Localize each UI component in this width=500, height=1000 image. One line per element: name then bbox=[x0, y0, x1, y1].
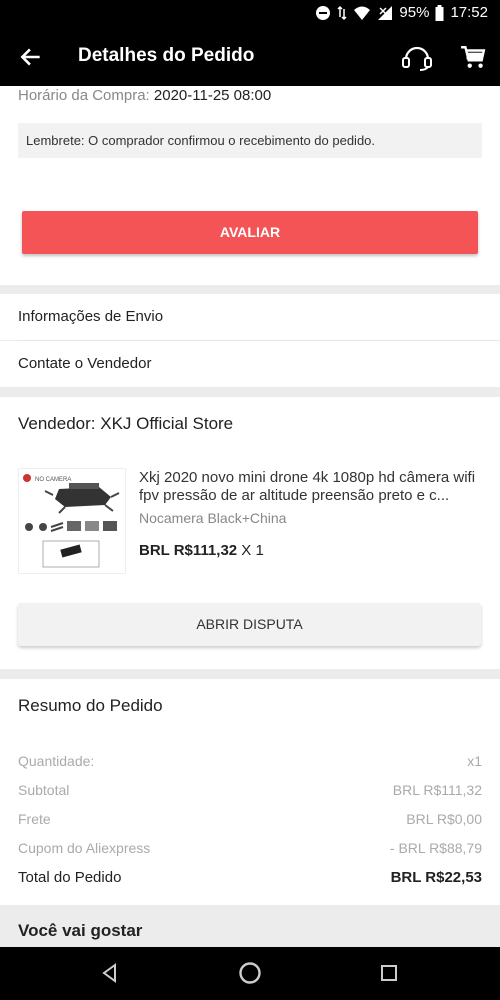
back-arrow-icon[interactable] bbox=[18, 44, 44, 70]
product-price-line: BRL R$111,32 X 1 bbox=[139, 542, 264, 559]
summary-row-quantity: Quantidade: x1 bbox=[18, 753, 482, 769]
total-value: BRL R$22,53 bbox=[390, 869, 482, 886]
app-bar: Detalhes do Pedido bbox=[0, 28, 500, 86]
product-quantity: X 1 bbox=[241, 542, 264, 559]
navigation-bar bbox=[0, 947, 500, 1000]
nav-recents-icon[interactable] bbox=[377, 961, 401, 985]
shipping-info-link[interactable]: Informações de Envio bbox=[0, 294, 500, 340]
purchase-time: Horário da Compra: 2020-11-25 08:00 bbox=[18, 87, 271, 104]
clock: 17:52 bbox=[450, 4, 488, 21]
contact-seller-link[interactable]: Contate o Vendedor bbox=[0, 341, 500, 387]
battery-percent: 95% bbox=[399, 4, 430, 21]
summary-row-subtotal: Subtotal BRL R$111,32 bbox=[18, 782, 482, 798]
recommendations-title: Você vai gostar bbox=[18, 921, 143, 940]
summary-title: Resumo do Pedido bbox=[18, 696, 163, 715]
product-image[interactable]: NO CAMERA bbox=[18, 468, 126, 574]
nav-home-icon[interactable] bbox=[238, 961, 262, 985]
do-not-disturb-icon bbox=[316, 5, 331, 20]
purchase-time-label: Horário da Compra: bbox=[18, 87, 150, 104]
nav-back-icon[interactable] bbox=[98, 961, 122, 985]
recommendations-section: Você vai gostar bbox=[0, 905, 500, 947]
summary-row-shipping: Frete BRL R$0,00 bbox=[18, 811, 482, 827]
open-dispute-button[interactable]: ABRIR DISPUTA bbox=[18, 603, 481, 646]
purchase-time-value: 2020-11-25 08:00 bbox=[153, 87, 272, 104]
product-variant: Nocamera Black+China bbox=[139, 510, 287, 526]
summary-label: Frete bbox=[18, 811, 51, 827]
battery-icon bbox=[435, 4, 444, 21]
product-price: BRL R$111,32 bbox=[139, 542, 238, 559]
rate-order-button[interactable]: AVALIAR bbox=[22, 211, 478, 254]
summary-value: BRL R$0,00 bbox=[406, 811, 482, 827]
drone-image-icon: NO CAMERA bbox=[23, 474, 120, 568]
page-title: Detalhes do Pedido bbox=[78, 45, 255, 66]
shopping-cart-icon[interactable] bbox=[460, 44, 486, 70]
summary-label: Cupom do Aliexpress bbox=[18, 840, 151, 856]
summary-row-total: Total do Pedido BRL R$22,53 bbox=[18, 869, 482, 886]
wifi-icon bbox=[354, 6, 371, 20]
summary-row-coupon: Cupom do Aliexpress - BRL R$88,79 bbox=[18, 840, 482, 856]
status-bar: 95% 17:52 bbox=[0, 0, 500, 28]
summary-value: - BRL R$88,79 bbox=[389, 840, 482, 856]
summary-value: BRL R$111,32 bbox=[392, 782, 482, 798]
summary-value: x1 bbox=[467, 753, 482, 769]
data-arrows-icon bbox=[337, 5, 347, 20]
total-label: Total do Pedido bbox=[18, 869, 122, 886]
order-status-card bbox=[0, 86, 500, 285]
signal-icon bbox=[378, 5, 393, 20]
seller-name: Vendedor: XKJ Official Store bbox=[18, 414, 234, 433]
reminder-box: Lembrete: O comprador confirmou o recebi… bbox=[18, 123, 482, 158]
image-caption: NO CAMERA bbox=[35, 477, 71, 483]
summary-label: Subtotal bbox=[18, 782, 70, 798]
customer-service-headset-icon[interactable] bbox=[401, 43, 433, 71]
summary-label: Quantidade: bbox=[18, 753, 95, 769]
product-title[interactable]: Xkj 2020 novo mini drone 4k 1080p hd câm… bbox=[139, 469, 482, 505]
